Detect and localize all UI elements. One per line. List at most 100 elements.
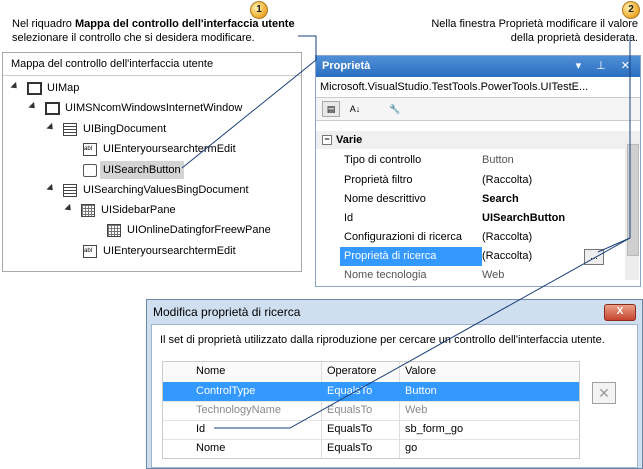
cell-operator: EqualsTo bbox=[327, 442, 373, 454]
scrollbar-thumb[interactable] bbox=[627, 144, 639, 256]
property-value: Button bbox=[482, 154, 514, 166]
table-row[interactable]: Id EqualsTo sb_form_go bbox=[163, 420, 579, 440]
window-icon bbox=[45, 102, 60, 115]
property-value: (Raccolta) bbox=[482, 250, 533, 262]
cell-name: Nome bbox=[196, 442, 226, 454]
property-name: Nome tecnologia bbox=[344, 269, 427, 281]
category-label: Varie bbox=[336, 134, 363, 146]
window-buttons[interactable]: ▾ ⊥ ✕ bbox=[576, 56, 636, 77]
window-icon bbox=[27, 82, 42, 95]
property-name: Proprietà filtro bbox=[344, 174, 413, 186]
column-divider bbox=[399, 362, 400, 382]
table-row[interactable]: Nome EqualsTo go bbox=[163, 439, 579, 458]
button-icon bbox=[83, 164, 97, 177]
property-name: Nome descrittivo bbox=[344, 193, 426, 205]
column-header-value[interactable]: Valore bbox=[405, 362, 436, 380]
callout-2-text: Nella finestra Proprietà modificare il v… bbox=[388, 17, 638, 45]
close-button[interactable]: X bbox=[604, 304, 636, 321]
cell-operator: EqualsTo bbox=[327, 385, 373, 397]
cell-operator: EqualsTo bbox=[327, 423, 373, 435]
property-row[interactable]: Tipo di controllo Button bbox=[316, 151, 606, 170]
expand-triangle-icon[interactable] bbox=[10, 81, 20, 92]
cell-value: Button bbox=[405, 385, 437, 397]
tree-item-label: UIEnteryoursearchtermEdit bbox=[103, 143, 236, 155]
vertical-scrollbar[interactable] bbox=[625, 140, 639, 280]
pane-icon bbox=[81, 204, 95, 217]
collapse-icon[interactable]: − bbox=[322, 135, 332, 145]
callout-1-bold: Mappa del controllo dell'interfaccia ute… bbox=[74, 18, 295, 30]
cell-name: TechnologyName bbox=[196, 404, 281, 416]
callout-1-pre: Nel riquadro bbox=[12, 18, 75, 30]
tree-item-label: UIOnlineDatingforFreewPane bbox=[127, 224, 271, 236]
tree-item-label: UISidebarPane bbox=[101, 204, 176, 216]
property-value: UISearchButton bbox=[482, 212, 566, 224]
cell-value: go bbox=[405, 442, 418, 454]
cell-name: Id bbox=[196, 423, 206, 435]
cell-name: ControlType bbox=[196, 385, 256, 397]
property-name: Proprietà di ricerca bbox=[340, 247, 482, 266]
property-row[interactable]: Nome descrittivo Search bbox=[316, 190, 606, 209]
column-header-operator[interactable]: Operatore bbox=[327, 362, 377, 380]
tree-item-label: UIEnteryoursearchtermEdit bbox=[103, 245, 236, 257]
property-row-selected[interactable]: Proprietà di ricerca (Raccolta) ... bbox=[316, 247, 606, 266]
cell-operator: EqualsTo bbox=[327, 404, 373, 416]
expand-triangle-icon[interactable] bbox=[46, 183, 56, 194]
table-row[interactable]: ControlType EqualsTo Button bbox=[163, 382, 579, 402]
document-icon bbox=[63, 123, 77, 136]
delete-row-button[interactable]: ✕ bbox=[592, 382, 616, 404]
category-row[interactable]: − Varie bbox=[316, 131, 640, 149]
callout-2-line1: Nella finestra Proprietà modificare il v… bbox=[431, 18, 638, 30]
column-divider bbox=[399, 401, 400, 420]
ui-control-map-panel: Mappa del controllo dell'interfaccia ute… bbox=[2, 52, 302, 272]
column-header-name[interactable]: Nome bbox=[196, 362, 225, 380]
column-divider bbox=[321, 420, 322, 439]
edit-search-properties-dialog: Modifica proprietà di ricerca X Il set d… bbox=[146, 299, 643, 469]
properties-window: Proprietà ▾ ⊥ ✕ Microsoft.VisualStudio.T… bbox=[315, 55, 641, 287]
edit-icon bbox=[83, 245, 97, 258]
callout-2-line2: della proprietà desiderata. bbox=[510, 32, 638, 44]
callout-1-text: Nel riquadro Mappa del controllo dell'in… bbox=[12, 17, 302, 45]
cell-value: sb_form_go bbox=[405, 423, 464, 435]
cell-value: Web bbox=[405, 404, 428, 416]
tree-item-label: UIBingDocument bbox=[83, 123, 167, 135]
column-divider bbox=[399, 420, 400, 439]
property-pages-icon[interactable]: 🔧 bbox=[386, 101, 404, 117]
tree-item-label: UISearchButton bbox=[100, 161, 184, 179]
property-name: Id bbox=[344, 212, 354, 224]
expand-triangle-icon[interactable] bbox=[64, 203, 74, 214]
dialog-title-bar: Modifica proprietà di ricerca X bbox=[147, 300, 642, 324]
dialog-description: Il set di proprietà utilizzato dalla rip… bbox=[160, 334, 605, 346]
property-row[interactable]: Nome tecnologia Web bbox=[316, 266, 606, 285]
property-row[interactable]: Id UISearchButton bbox=[316, 209, 606, 228]
categorized-icon[interactable]: ▤ bbox=[322, 101, 340, 117]
dialog-title: Modifica proprietà di ricerca bbox=[153, 305, 301, 319]
property-grid: − Varie Tipo di controllo Button Proprie… bbox=[316, 120, 640, 286]
document-icon bbox=[63, 184, 77, 197]
callout-1-post: selezionare il controllo che si desidera… bbox=[12, 32, 255, 44]
property-value: Search bbox=[482, 193, 519, 205]
ellipsis-button[interactable]: ... bbox=[584, 249, 604, 265]
pane-icon bbox=[107, 224, 121, 237]
tree-item-label: UISearchingValuesBingDocument bbox=[83, 184, 249, 196]
property-value: (Raccolta) bbox=[482, 174, 533, 186]
column-divider bbox=[321, 401, 322, 420]
property-value: Web bbox=[482, 269, 505, 281]
tree-item-label: UIMap bbox=[47, 82, 80, 94]
properties-toolbar: ▤ A↓ 🔧 bbox=[316, 98, 640, 121]
column-divider bbox=[321, 362, 322, 382]
property-row[interactable]: Configurazioni di ricerca (Raccolta) bbox=[316, 228, 606, 247]
properties-title: Proprietà bbox=[322, 60, 371, 72]
expand-triangle-icon[interactable] bbox=[46, 122, 56, 133]
search-properties-table: Nome Operatore Valore ControlType Equals… bbox=[162, 361, 580, 459]
table-row[interactable]: TechnologyName EqualsTo Web bbox=[163, 401, 579, 421]
properties-object-selector[interactable]: Microsoft.VisualStudio.TestTools.PowerTo… bbox=[316, 77, 640, 98]
properties-title-bar: Proprietà ▾ ⊥ ✕ bbox=[316, 56, 640, 77]
column-divider bbox=[321, 439, 322, 458]
property-row[interactable]: Proprietà filtro (Raccolta) bbox=[316, 171, 606, 190]
expand-triangle-icon[interactable] bbox=[28, 101, 38, 112]
property-name: Tipo di controllo bbox=[344, 154, 422, 166]
edit-icon bbox=[83, 143, 97, 156]
alphabetical-icon[interactable]: A↓ bbox=[346, 101, 364, 117]
tree-item-label: UIMSNcomWindowsInternetWindow bbox=[65, 102, 243, 114]
table-header: Nome Operatore Valore bbox=[163, 362, 579, 383]
